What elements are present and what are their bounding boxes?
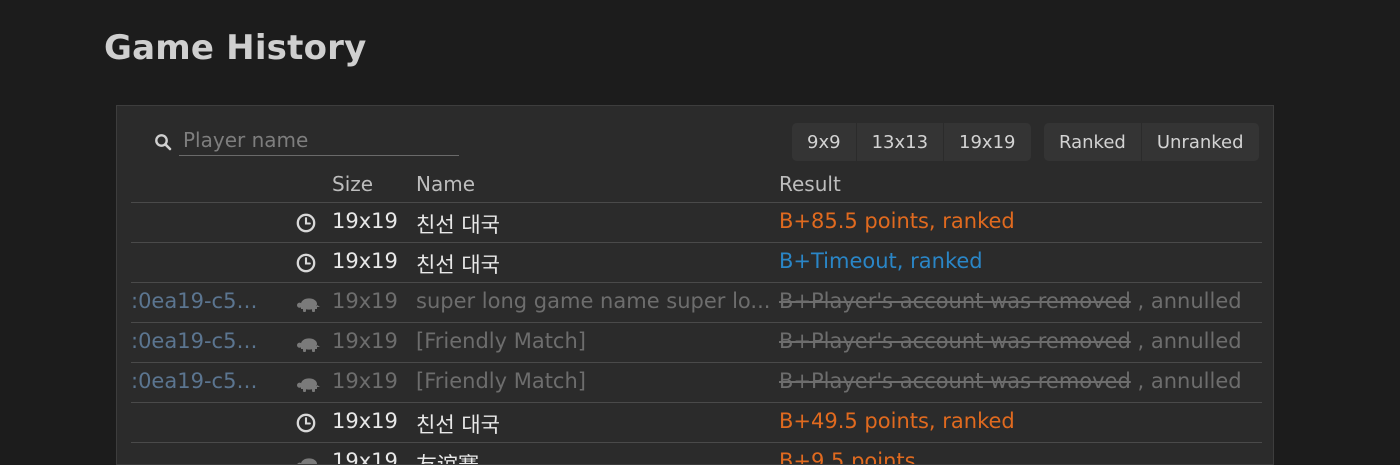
result-annulled-suffix: , annulled [1137, 369, 1242, 393]
game-name[interactable]: 친선 대국 [416, 209, 771, 239]
game-result: B+Player's account was removed , annulle… [779, 369, 1259, 393]
player-search [151, 124, 459, 158]
result-text: B+Player's account was removed [779, 329, 1131, 353]
ranked-filter: Ranked Unranked [1044, 123, 1259, 161]
filter-19x19-button[interactable]: 19x19 [944, 123, 1031, 161]
filter-ranked-button[interactable]: Ranked [1044, 123, 1142, 161]
result-annulled-suffix: , annulled [1137, 289, 1242, 313]
turtle-icon [295, 372, 321, 394]
table-row[interactable]: 19x19 友谊赛 B+9.5 points [131, 443, 1262, 465]
turtle-icon [295, 332, 321, 354]
game-size: 19x19 [332, 409, 398, 433]
filter-9x9-button[interactable]: 9x9 [792, 123, 857, 161]
result-text: B+49.5 points, ranked [779, 409, 1015, 433]
game-size: 19x19 [332, 329, 398, 353]
turtle-icon [295, 292, 321, 314]
result-text: B+Timeout, ranked [779, 249, 983, 273]
game-name[interactable]: 친선 대국 [416, 249, 771, 279]
clock-icon [295, 252, 321, 274]
filter-unranked-button[interactable]: Unranked [1141, 123, 1259, 161]
game-size: 19x19 [332, 249, 398, 273]
clock-icon [295, 412, 321, 434]
filter-13x13-button[interactable]: 13x13 [856, 123, 945, 161]
header-name[interactable]: Name [416, 172, 475, 196]
header-size[interactable]: Size [332, 172, 373, 196]
game-result: B+49.5 points, ranked [779, 409, 1259, 433]
search-icon [155, 134, 172, 151]
game-size: 19x19 [332, 449, 398, 465]
table-body: 19x19 친선 대국 B+85.5 points, ranked 19x19 친선 대… [131, 203, 1262, 465]
result-text: B+Player's account was removed [779, 289, 1131, 313]
table-row[interactable]: 19x19 친선 대국 B+Timeout, ranked [131, 243, 1262, 283]
game-id[interactable]: :0ea19-c53... [131, 289, 268, 313]
game-name[interactable]: super long game name super lo... [416, 289, 771, 313]
result-annulled-suffix: , annulled [1137, 329, 1242, 353]
result-text: B+Player's account was removed [779, 369, 1131, 393]
table-row[interactable]: 19x19 친선 대국 B+85.5 points, ranked [131, 203, 1262, 243]
game-name[interactable]: [Friendly Match] [416, 329, 771, 353]
game-size: 19x19 [332, 369, 398, 393]
table-row[interactable]: :0ea19-c53... 19x19 [Friendly Match] B+Play… [131, 323, 1262, 363]
table-row[interactable]: :0ea19-c53... 19x19 super long game name s… [131, 283, 1262, 323]
result-text: B+85.5 points, ranked [779, 209, 1015, 233]
game-name[interactable]: [Friendly Match] [416, 369, 771, 393]
turtle-icon [295, 452, 321, 464]
game-result: B+9.5 points [779, 449, 1259, 465]
game-history-panel: 9x9 13x13 19x19 Ranked Unranked Size Nam… [116, 105, 1274, 465]
table-row[interactable]: 19x19 친선 대국 B+49.5 points, ranked [131, 403, 1262, 443]
game-result: B+Player's account was removed , annulle… [779, 329, 1259, 353]
game-history-table: Size Name Result 19x19 친선 대국 B+85.5 points… [131, 164, 1262, 465]
game-result: B+85.5 points, ranked [779, 209, 1259, 233]
header-result[interactable]: Result [779, 172, 841, 196]
game-id[interactable]: :0ea19-c53... [131, 329, 268, 353]
game-name[interactable]: 친선 대국 [416, 409, 771, 439]
page-title: Game History [104, 28, 367, 68]
player-name-input[interactable] [179, 124, 459, 156]
game-result: B+Player's account was removed , annulle… [779, 289, 1259, 313]
clock-icon [295, 212, 321, 234]
result-text: B+9.5 points [779, 449, 916, 465]
game-result: B+Timeout, ranked [779, 249, 1259, 273]
game-id[interactable]: :0ea19-c53... [131, 369, 268, 393]
table-header: Size Name Result [131, 164, 1262, 203]
game-size: 19x19 [332, 289, 398, 313]
board-size-filter: 9x9 13x13 19x19 [792, 123, 1031, 161]
game-size: 19x19 [332, 209, 398, 233]
table-row[interactable]: :0ea19-c53... 19x19 [Friendly Match] B+Play… [131, 363, 1262, 403]
game-name[interactable]: 友谊赛 [416, 449, 771, 464]
